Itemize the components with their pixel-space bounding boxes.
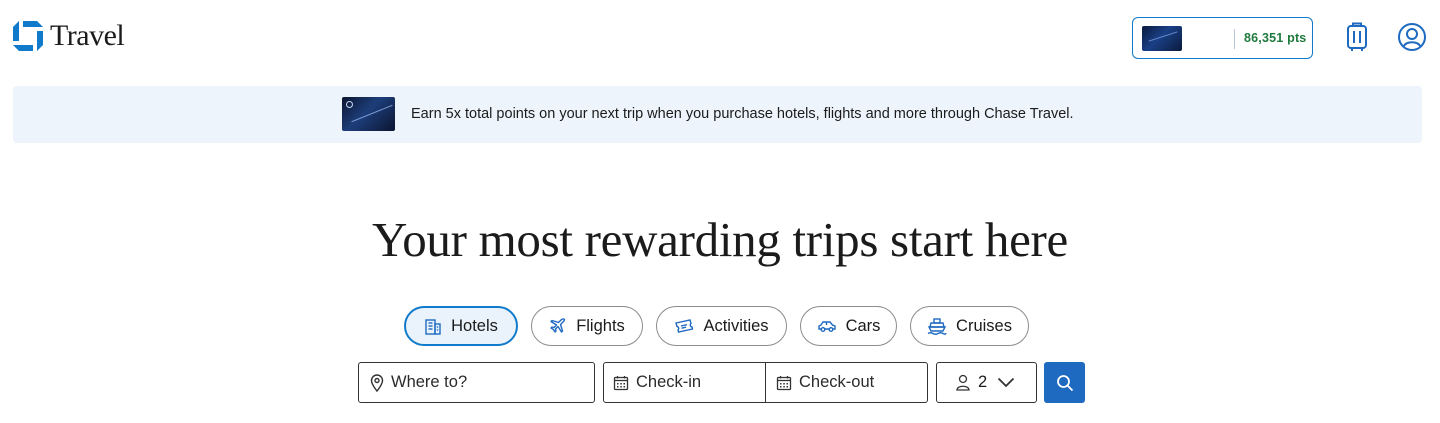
tab-label: Activities xyxy=(703,316,769,335)
guests-count: 2 xyxy=(978,373,988,391)
search-icon xyxy=(1056,374,1073,391)
tab-flights[interactable]: Flights xyxy=(531,306,643,346)
calendar-icon xyxy=(613,375,629,390)
tab-activities[interactable]: Activities xyxy=(656,306,787,346)
tab-label: Hotels xyxy=(451,316,498,335)
points-value: 86,351 pts xyxy=(1244,31,1307,45)
destination-placeholder: Where to? xyxy=(391,373,468,391)
tab-label: Flights xyxy=(576,316,625,335)
ticket-icon xyxy=(675,319,694,333)
checkin-placeholder: Check-in xyxy=(636,373,702,391)
credit-card-thumbnail xyxy=(1142,25,1182,51)
person-icon xyxy=(956,374,970,391)
tab-cruises[interactable]: Cruises xyxy=(910,306,1029,346)
sapphire-card-image xyxy=(342,97,395,131)
car-icon xyxy=(817,321,836,332)
checkin-input[interactable]: Check-in xyxy=(603,363,766,402)
banner-text: Earn 5x total points on your next trip w… xyxy=(411,106,1074,122)
search-button[interactable] xyxy=(1044,362,1085,403)
page-headline: Your most rewarding trips start here xyxy=(372,212,1068,267)
luggage-icon xyxy=(1347,22,1367,51)
airplane-icon xyxy=(550,318,566,333)
account-icon xyxy=(1398,23,1426,51)
points-divider xyxy=(1234,29,1235,49)
chase-octagon-icon xyxy=(13,21,43,51)
promo-banner: Earn 5x total points on your next trip w… xyxy=(13,86,1422,143)
map-pin-icon xyxy=(370,373,384,392)
calendar-icon xyxy=(776,375,792,390)
chevron-down-icon xyxy=(998,377,1015,388)
trips-button[interactable] xyxy=(1342,20,1372,54)
logo-text: Travel xyxy=(50,19,125,52)
checkout-placeholder: Check-out xyxy=(799,373,875,391)
guests-selector[interactable]: 2 xyxy=(936,362,1037,403)
tab-label: Cars xyxy=(845,316,881,335)
destination-input[interactable]: Where to? xyxy=(358,362,595,403)
tab-cars[interactable]: Cars xyxy=(800,306,897,346)
tab-hotels[interactable]: Hotels xyxy=(404,306,518,346)
building-icon xyxy=(425,319,441,335)
tab-label: Cruises xyxy=(956,316,1012,335)
account-button[interactable] xyxy=(1397,20,1427,54)
checkout-input[interactable]: Check-out xyxy=(766,363,927,402)
points-balance-button[interactable]: 86,351 pts xyxy=(1132,17,1313,59)
ship-icon xyxy=(927,318,947,335)
chase-travel-logo[interactable]: Travel xyxy=(12,19,125,52)
